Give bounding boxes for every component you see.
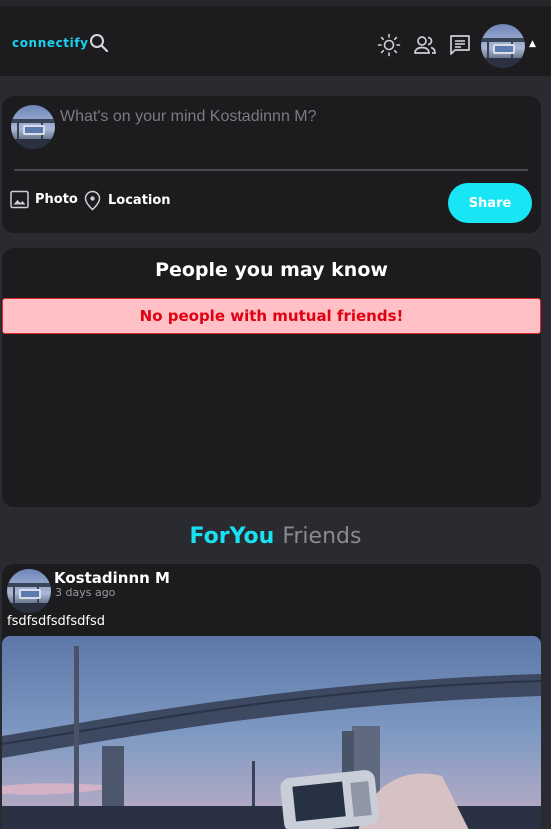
post-text: fsdfsdfsdfsdfsd <box>7 614 106 629</box>
post-timestamp: 3 days ago <box>55 586 116 599</box>
location-label: Location <box>108 193 171 208</box>
navbar: connectify ▲ <box>0 6 551 76</box>
post-author[interactable]: Kostadinnn M <box>54 569 170 587</box>
divider <box>14 169 528 171</box>
section-title: People you may know <box>155 259 388 281</box>
location-pin-icon <box>84 190 101 211</box>
tab-friends[interactable]: Friends <box>282 524 361 549</box>
search-icon[interactable] <box>89 33 109 53</box>
people-icon[interactable] <box>413 33 437 57</box>
tab-foryou[interactable]: ForYou <box>190 524 275 549</box>
avatar <box>11 105 55 149</box>
post-card: Kostadinnn M 3 days ago fsdfsdfsdfsdfsd <box>2 564 541 829</box>
post-image[interactable] <box>2 636 541 829</box>
feed-tabs: ForYou Friends <box>0 524 551 549</box>
photo-button[interactable]: Photo <box>10 190 78 209</box>
avatar[interactable] <box>7 569 51 613</box>
chat-icon[interactable] <box>448 33 472 57</box>
empty-state-alert: No people with mutual friends! <box>2 298 541 334</box>
composer-input[interactable]: What's on your mind Kostadinnn M? <box>60 108 317 126</box>
photo-label: Photo <box>35 192 78 207</box>
image-icon <box>10 190 29 209</box>
share-button[interactable]: Share <box>448 183 532 223</box>
brand-logo[interactable]: connectify <box>12 36 89 50</box>
post-composer: What's on your mind Kostadinnn M? Photo … <box>2 96 541 233</box>
profile-avatar[interactable] <box>481 24 525 68</box>
people-you-may-know-card: People you may know No people with mutua… <box>2 248 541 507</box>
caret-up-icon[interactable]: ▲ <box>529 39 536 49</box>
sun-icon[interactable] <box>377 33 401 57</box>
location-button[interactable]: Location <box>83 190 171 211</box>
